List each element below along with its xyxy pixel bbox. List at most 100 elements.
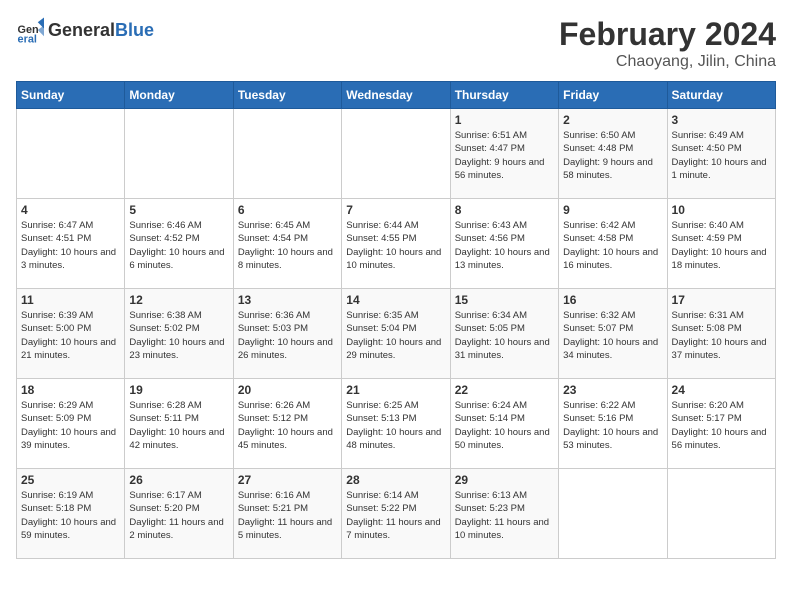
calendar-cell: 23Sunrise: 6:22 AMSunset: 5:16 PMDayligh…: [559, 379, 667, 469]
day-info: Sunrise: 6:36 AMSunset: 5:03 PMDaylight:…: [238, 309, 337, 362]
day-number: 4: [21, 203, 120, 217]
calendar-cell: 11 Sunrise: 6:39 AMSunset: 5:00 PMDayligh…: [17, 289, 125, 379]
day-info: Sunrise: 6:44 AMSunset: 4:55 PMDaylight:…: [346, 219, 445, 272]
subtitle: Chaoyang, Jilin, China: [559, 53, 776, 71]
day-info: Sunrise: 6:34 AMSunset: 5:05 PMDaylight:…: [455, 309, 554, 362]
title-area: February 2024 Chaoyang, Jilin, China: [559, 16, 776, 71]
day-info: Sunrise: 6:51 AMSunset: 4:47 PMDaylight:…: [455, 129, 554, 182]
day-info: Sunrise: 6:26 AMSunset: 5:12 PMDaylight:…: [238, 399, 337, 452]
calendar-cell: 22 Sunrise: 6:24 AMSunset: 5:14 PMDayligh…: [450, 379, 558, 469]
day-info: Sunrise: 6:19 AMSunset: 5:18 PMDaylight:…: [21, 489, 120, 542]
logo-text-general: General: [48, 20, 115, 41]
day-info: Sunrise: 6:29 AMSunset: 5:09 PMDaylight:…: [21, 399, 120, 452]
day-info: Sunrise: 6:25 AMSunset: 5:13 PMDaylight:…: [346, 399, 445, 452]
day-number: 3: [672, 113, 771, 127]
day-number: 11: [21, 293, 120, 307]
calendar-cell: 8Sunrise: 6:43 AMSunset: 4:56 PMDaylight…: [450, 199, 558, 289]
header-wednesday: Wednesday: [342, 82, 450, 109]
day-info: Sunrise: 6:47 AMSunset: 4:51 PMDaylight:…: [21, 219, 120, 272]
calendar-cell: 13 Sunrise: 6:36 AMSunset: 5:03 PMDayligh…: [233, 289, 341, 379]
page-header: Gen eral GeneralBlue February 2024 Chaoy…: [16, 16, 776, 71]
calendar-week-5: 25 Sunrise: 6:19 AMSunset: 5:18 PMDayligh…: [17, 469, 776, 559]
calendar-cell: 24 Sunrise: 6:20 AMSunset: 5:17 PMDayligh…: [667, 379, 775, 469]
day-info: Sunrise: 6:32 AMSunset: 5:07 PMDaylight:…: [563, 309, 662, 362]
calendar-cell: 10 Sunrise: 6:40 AMSunset: 4:59 PMDayligh…: [667, 199, 775, 289]
calendar-cell: 3 Sunrise: 6:49 AMSunset: 4:50 PMDaylight…: [667, 109, 775, 199]
day-info: Sunrise: 6:22 AMSunset: 5:16 PMDaylight:…: [563, 399, 662, 452]
calendar-cell: 27Sunrise: 6:16 AMSunset: 5:21 PMDayligh…: [233, 469, 341, 559]
calendar-cell: 16 Sunrise: 6:32 AMSunset: 5:07 PMDayligh…: [559, 289, 667, 379]
main-title: February 2024: [559, 16, 776, 53]
day-number: 9: [563, 203, 662, 217]
logo-icon: Gen eral: [16, 16, 44, 44]
calendar-week-1: 1 Sunrise: 6:51 AMSunset: 4:47 PMDaylight…: [17, 109, 776, 199]
calendar-cell: 17 Sunrise: 6:31 AMSunset: 5:08 PMDayligh…: [667, 289, 775, 379]
day-number: 22: [455, 383, 554, 397]
day-number: 13: [238, 293, 337, 307]
day-info: Sunrise: 6:13 AMSunset: 5:23 PMDaylight:…: [455, 489, 554, 542]
header-sunday: Sunday: [17, 82, 125, 109]
calendar-cell: 18 Sunrise: 6:29 AMSunset: 5:09 PMDayligh…: [17, 379, 125, 469]
calendar-cell: [342, 109, 450, 199]
calendar-cell: 29Sunrise: 6:13 AMSunset: 5:23 PMDayligh…: [450, 469, 558, 559]
calendar-cell: [559, 469, 667, 559]
day-number: 2: [563, 113, 662, 127]
calendar-cell: 26 Sunrise: 6:17 AMSunset: 5:20 PMDayligh…: [125, 469, 233, 559]
calendar-table: SundayMondayTuesdayWednesdayThursdayFrid…: [16, 81, 776, 559]
calendar-cell: 19Sunrise: 6:28 AMSunset: 5:11 PMDayligh…: [125, 379, 233, 469]
calendar-cell: 20 Sunrise: 6:26 AMSunset: 5:12 PMDayligh…: [233, 379, 341, 469]
day-info: Sunrise: 6:38 AMSunset: 5:02 PMDaylight:…: [129, 309, 228, 362]
header-tuesday: Tuesday: [233, 82, 341, 109]
calendar-cell: 6Sunrise: 6:45 AMSunset: 4:54 PMDaylight…: [233, 199, 341, 289]
day-info: Sunrise: 6:49 AMSunset: 4:50 PMDaylight:…: [672, 129, 771, 182]
day-info: Sunrise: 6:14 AMSunset: 5:22 PMDaylight:…: [346, 489, 445, 542]
day-number: 16: [563, 293, 662, 307]
day-number: 10: [672, 203, 771, 217]
header-saturday: Saturday: [667, 82, 775, 109]
day-info: Sunrise: 6:42 AMSunset: 4:58 PMDaylight:…: [563, 219, 662, 272]
svg-text:eral: eral: [18, 33, 37, 44]
day-info: Sunrise: 6:20 AMSunset: 5:17 PMDaylight:…: [672, 399, 771, 452]
header-monday: Monday: [125, 82, 233, 109]
day-number: 17: [672, 293, 771, 307]
logo-text-blue: Blue: [115, 20, 154, 41]
calendar-cell: 5 Sunrise: 6:46 AMSunset: 4:52 PMDaylight…: [125, 199, 233, 289]
logo: Gen eral GeneralBlue: [16, 16, 154, 44]
calendar-cell: 28 Sunrise: 6:14 AMSunset: 5:22 PMDayligh…: [342, 469, 450, 559]
calendar-cell: [667, 469, 775, 559]
day-number: 28: [346, 473, 445, 487]
day-number: 5: [129, 203, 228, 217]
day-info: Sunrise: 6:46 AMSunset: 4:52 PMDaylight:…: [129, 219, 228, 272]
calendar-cell: 4 Sunrise: 6:47 AMSunset: 4:51 PMDaylight…: [17, 199, 125, 289]
day-number: 27: [238, 473, 337, 487]
day-info: Sunrise: 6:50 AMSunset: 4:48 PMDaylight:…: [563, 129, 662, 182]
day-info: Sunrise: 6:17 AMSunset: 5:20 PMDaylight:…: [129, 489, 228, 542]
day-info: Sunrise: 6:35 AMSunset: 5:04 PMDaylight:…: [346, 309, 445, 362]
day-info: Sunrise: 6:39 AMSunset: 5:00 PMDaylight:…: [21, 309, 120, 362]
day-number: 25: [21, 473, 120, 487]
calendar-cell: 2 Sunrise: 6:50 AMSunset: 4:48 PMDaylight…: [559, 109, 667, 199]
calendar-cell: 15 Sunrise: 6:34 AMSunset: 5:05 PMDayligh…: [450, 289, 558, 379]
day-number: 1: [455, 113, 554, 127]
day-number: 7: [346, 203, 445, 217]
day-number: 15: [455, 293, 554, 307]
day-number: 18: [21, 383, 120, 397]
calendar-cell: 7 Sunrise: 6:44 AMSunset: 4:55 PMDaylight…: [342, 199, 450, 289]
day-info: Sunrise: 6:24 AMSunset: 5:14 PMDaylight:…: [455, 399, 554, 452]
header-friday: Friday: [559, 82, 667, 109]
calendar-cell: 9 Sunrise: 6:42 AMSunset: 4:58 PMDaylight…: [559, 199, 667, 289]
calendar-cell: [125, 109, 233, 199]
calendar-week-3: 11 Sunrise: 6:39 AMSunset: 5:00 PMDayligh…: [17, 289, 776, 379]
day-number: 24: [672, 383, 771, 397]
calendar-cell: 21Sunrise: 6:25 AMSunset: 5:13 PMDayligh…: [342, 379, 450, 469]
day-info: Sunrise: 6:40 AMSunset: 4:59 PMDaylight:…: [672, 219, 771, 272]
calendar-week-4: 18 Sunrise: 6:29 AMSunset: 5:09 PMDayligh…: [17, 379, 776, 469]
day-number: 12: [129, 293, 228, 307]
day-info: Sunrise: 6:43 AMSunset: 4:56 PMDaylight:…: [455, 219, 554, 272]
calendar-cell: 14Sunrise: 6:35 AMSunset: 5:04 PMDayligh…: [342, 289, 450, 379]
day-number: 20: [238, 383, 337, 397]
calendar-cell: 1 Sunrise: 6:51 AMSunset: 4:47 PMDaylight…: [450, 109, 558, 199]
day-info: Sunrise: 6:28 AMSunset: 5:11 PMDaylight:…: [129, 399, 228, 452]
day-number: 26: [129, 473, 228, 487]
day-info: Sunrise: 6:31 AMSunset: 5:08 PMDaylight:…: [672, 309, 771, 362]
